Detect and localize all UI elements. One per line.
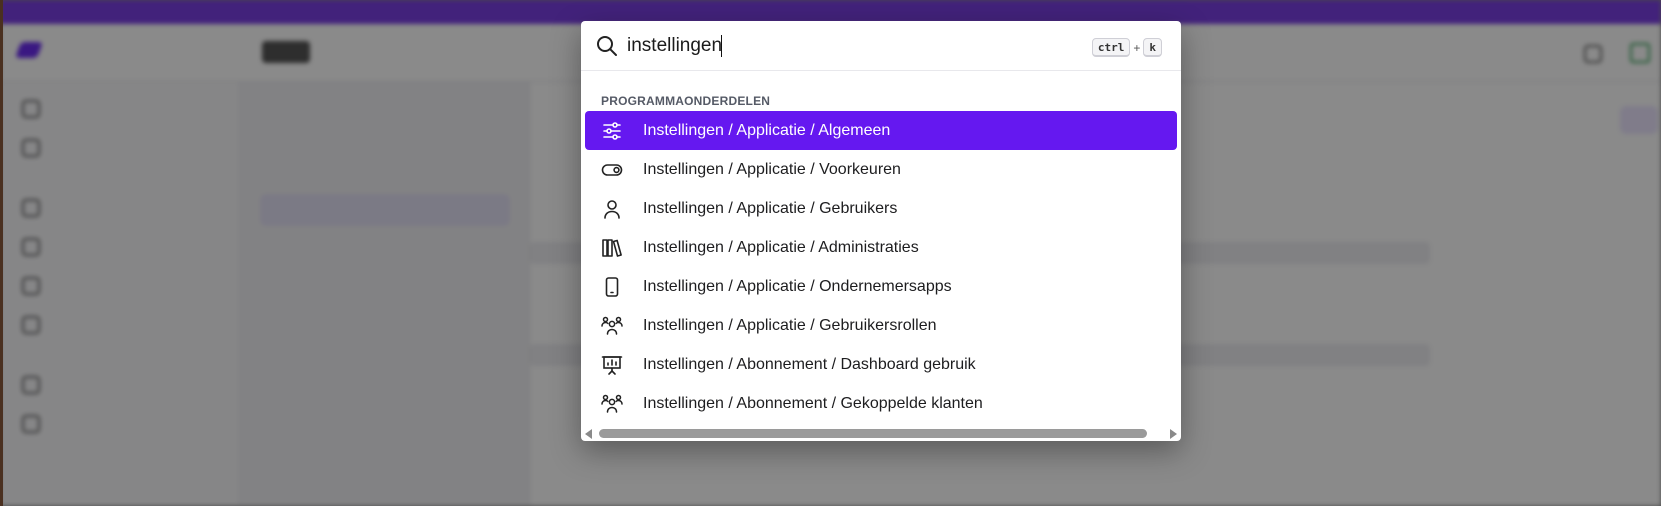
keyboard-shortcut-hint: ctrl + k bbox=[1091, 38, 1162, 57]
books-icon bbox=[601, 237, 623, 259]
shortcut-plus: + bbox=[1133, 40, 1141, 55]
search-input[interactable] bbox=[627, 31, 1047, 61]
section-label: PROGRAMMAONDERDELEN bbox=[601, 94, 771, 108]
scroll-right-arrow-icon[interactable] bbox=[1170, 429, 1177, 439]
result-label: Instellingen / Abonnement / Dashboard ge… bbox=[643, 355, 976, 373]
result-item[interactable]: Instellingen / Applicatie / Voorkeuren bbox=[585, 150, 1177, 189]
result-item[interactable]: Instellingen / Applicatie / Administrati… bbox=[585, 228, 1177, 267]
search-bar: ctrl + k bbox=[581, 21, 1181, 71]
result-label: Instellingen / Applicatie / Voorkeuren bbox=[643, 160, 901, 178]
result-item[interactable]: Instellingen / Applicatie / Ondernemersa… bbox=[585, 267, 1177, 306]
result-item[interactable]: Instellingen / Applicatie / Gebruikers bbox=[585, 189, 1177, 228]
result-item[interactable]: Instellingen / Applicatie / Gebruikersro… bbox=[585, 306, 1177, 345]
window-edge bbox=[0, 0, 3, 506]
text-caret bbox=[721, 35, 722, 57]
command-palette: ctrl + k PROGRAMMAONDERDELEN Instellinge… bbox=[581, 21, 1181, 441]
result-item[interactable]: Instellingen / Abonnement / Gekoppelde k… bbox=[585, 384, 1177, 423]
result-label: Instellingen / Abonnement / Gekoppelde k… bbox=[643, 394, 983, 412]
users-group-icon bbox=[601, 393, 623, 415]
scrollbar-thumb[interactable] bbox=[599, 429, 1147, 438]
presentation-chart-icon bbox=[601, 354, 623, 376]
horizontal-scrollbar[interactable] bbox=[583, 427, 1179, 441]
result-label: Instellingen / Applicatie / Administrati… bbox=[643, 238, 919, 256]
search-icon bbox=[597, 36, 617, 56]
result-label: Instellingen / Applicatie / Algemeen bbox=[643, 121, 891, 139]
result-label: Instellingen / Applicatie / Ondernemersa… bbox=[643, 277, 952, 295]
result-label: Instellingen / Applicatie / Gebruikersro… bbox=[643, 316, 937, 334]
result-item[interactable]: Instellingen / Applicatie / Algemeen bbox=[585, 111, 1177, 150]
users-group-icon bbox=[601, 315, 623, 337]
smartphone-icon bbox=[601, 276, 623, 298]
toggle-icon bbox=[601, 159, 623, 181]
shortcut-key-ctrl: ctrl bbox=[1091, 38, 1131, 57]
result-label: Instellingen / Applicatie / Gebruikers bbox=[643, 199, 898, 217]
user-icon bbox=[601, 198, 623, 220]
result-item[interactable]: Instellingen / Abonnement / Dashboard ge… bbox=[585, 345, 1177, 384]
results-list: Instellingen / Applicatie / Algemeen Ins… bbox=[585, 111, 1177, 423]
sliders-icon bbox=[601, 120, 623, 142]
scroll-left-arrow-icon[interactable] bbox=[585, 429, 592, 439]
shortcut-key-k: k bbox=[1143, 38, 1162, 57]
